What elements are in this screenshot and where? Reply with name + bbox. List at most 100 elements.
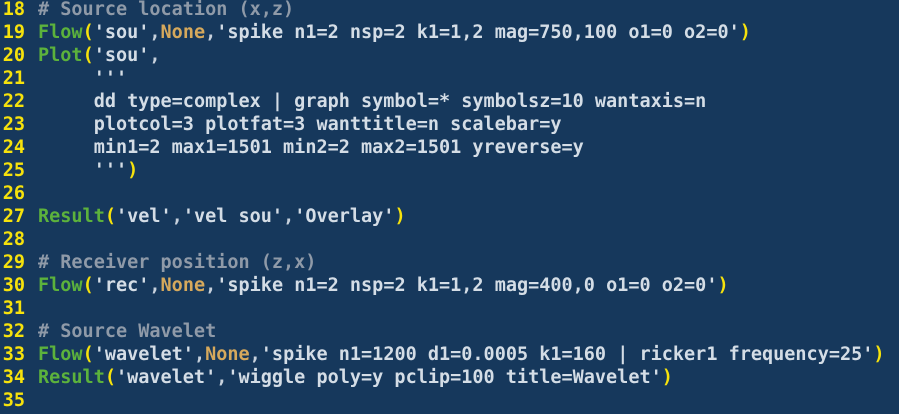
- line-number: 20: [2, 45, 25, 66]
- code-token-punct: ,: [149, 45, 161, 66]
- code-token-str: 'spike n1=2 nsp=2 k1=1,2 mag=750,100 o1=…: [216, 22, 740, 43]
- code-token-str: min1=2 max1=1501 min2=2 max2=1501 yrever…: [93, 137, 584, 158]
- code-line[interactable]: 25 '''): [0, 159, 139, 182]
- line-number: 32: [2, 321, 25, 342]
- code-token-str: 'wiggle poly=y pclip=100 title=Wavelet': [227, 367, 662, 388]
- code-token-str: 'rec': [93, 275, 150, 296]
- code-token-str: plotcol=3 plotfat=3 wanttitle=n scalebar…: [93, 114, 562, 135]
- code-line[interactable]: 27 Result('vel','vel sou','Overlay'): [0, 205, 406, 228]
- line-code: dd type=complex | graph symbol=* symbols…: [38, 91, 707, 112]
- line-code: plotcol=3 plotfat=3 wanttitle=n scalebar…: [38, 114, 562, 135]
- code-token-const: None: [160, 22, 206, 43]
- code-token-punct: ,: [205, 275, 217, 296]
- code-token-func: Result: [38, 206, 105, 227]
- line-number: 24: [2, 137, 25, 158]
- code-token-func: Flow: [38, 22, 83, 43]
- code-token-punct: ,: [216, 367, 228, 388]
- line-number: 29: [2, 252, 25, 273]
- code-token-paren: ): [717, 275, 729, 296]
- code-editor[interactable]: 18 # Source location (x,z) 19 Flow('sou',No…: [0, 0, 899, 414]
- code-token-paren: (: [82, 45, 94, 66]
- code-token-paren: ): [873, 344, 885, 365]
- line-number: 31: [2, 298, 25, 319]
- line-code: Result('wavelet','wiggle poly=y pclip=10…: [38, 367, 673, 388]
- line-number: 25: [2, 160, 25, 181]
- line-number: 28: [2, 229, 25, 250]
- line-code: # Source Wavelet: [38, 321, 216, 342]
- line-number: 22: [2, 91, 25, 112]
- code-token-str: 'spike n1=2 nsp=2 k1=1,2 mag=400,0 o1=0 …: [216, 275, 718, 296]
- code-token-paren: ): [661, 367, 673, 388]
- code-token-paren: (: [82, 22, 94, 43]
- line-number: 19: [2, 22, 25, 43]
- code-token-punct: ,: [149, 22, 161, 43]
- line-code: # Receiver position (z,x): [38, 252, 316, 273]
- code-line[interactable]: 34 Result('wavelet','wiggle poly=y pclip=…: [0, 366, 673, 389]
- line-code: Flow('rec',None,'spike n1=2 nsp=2 k1=1,2…: [38, 275, 729, 296]
- line-code: Plot('sou',: [38, 45, 161, 66]
- line-code: Flow('sou',None,'spike n1=2 nsp=2 k1=1,2…: [38, 22, 751, 43]
- code-token-punct: ,: [249, 344, 261, 365]
- code-token-str: 'Overlay': [294, 206, 395, 227]
- code-token-const: None: [205, 344, 250, 365]
- code-token-punct: ,: [193, 344, 206, 365]
- code-token-func: Result: [38, 367, 105, 388]
- code-line[interactable]: 30 Flow('rec',None,'spike n1=2 nsp=2 k1=1…: [0, 274, 729, 297]
- code-token-comment: # Receiver position (z,x): [38, 252, 317, 273]
- code-token-comment: # Source location (x,z): [38, 0, 295, 20]
- code-line[interactable]: 19 Flow('sou',None,'spike n1=2 nsp=2 k1=1…: [0, 21, 751, 44]
- line-code: Flow('wavelet',None,'spike n1=1200 d1=0.…: [38, 344, 885, 365]
- code-token-paren: ): [394, 206, 406, 227]
- code-line[interactable]: 24 min1=2 max1=1501 min2=2 max2=1501 yre…: [0, 136, 584, 159]
- line-number: 21: [2, 68, 25, 89]
- code-line[interactable]: 18 # Source location (x,z): [0, 0, 294, 21]
- code-token-paren: (: [104, 206, 116, 227]
- code-token-str: dd type=complex | graph symbol=* symbols…: [93, 91, 707, 112]
- line-number: 26: [2, 183, 25, 204]
- code-token-const: None: [160, 275, 206, 296]
- code-token-paren: ): [127, 160, 139, 181]
- code-line[interactable]: 26: [0, 182, 38, 205]
- code-token-str: 'wavelet': [115, 367, 217, 388]
- code-token-punct: ,: [149, 275, 161, 296]
- line-code: min1=2 max1=1501 min2=2 max2=1501 yrever…: [38, 137, 584, 158]
- line-number: 30: [2, 275, 25, 296]
- line-number: 35: [2, 390, 25, 411]
- code-line[interactable]: 21 ''': [0, 67, 127, 90]
- code-token-str: 'wavelet': [93, 344, 194, 365]
- code-token-str: 'vel sou': [182, 206, 284, 227]
- code-token-paren: (: [104, 367, 116, 388]
- code-line[interactable]: 29 # Receiver position (z,x): [0, 251, 317, 274]
- code-token-str: 'sou': [93, 22, 150, 43]
- code-token-str: 'vel': [115, 206, 172, 227]
- code-line[interactable]: 28: [0, 228, 38, 251]
- code-token-punct: ,: [205, 22, 217, 43]
- line-number: 33: [2, 344, 25, 365]
- code-line[interactable]: 33 Flow('wavelet',None,'spike n1=1200 d1=…: [0, 343, 885, 366]
- code-token-func: Flow: [38, 275, 83, 296]
- code-line[interactable]: 23 plotcol=3 plotfat=3 wanttitle=n scale…: [0, 113, 562, 136]
- code-token-comment: # Source Wavelet: [38, 321, 217, 342]
- line-code: # Source location (x,z): [38, 0, 294, 20]
- code-line[interactable]: 22 dd type=complex | graph symbol=* symb…: [0, 90, 707, 113]
- code-line[interactable]: 35: [0, 389, 38, 412]
- code-line[interactable]: 20 Plot('sou',: [0, 44, 161, 67]
- line-code: ''': [38, 68, 127, 89]
- code-line[interactable]: 32 # Source Wavelet: [0, 320, 217, 343]
- code-token-paren: (: [82, 275, 94, 296]
- code-token-paren: ): [739, 22, 751, 43]
- line-number: 18: [2, 0, 25, 20]
- code-token-str: 'spike n1=1200 d1=0.0005 k1=160 | ricker…: [260, 344, 874, 365]
- code-token-punct: ,: [283, 206, 295, 227]
- code-line[interactable]: 31: [0, 297, 38, 320]
- line-number: 34: [2, 367, 25, 388]
- line-number: 23: [2, 114, 25, 135]
- code-token-str: ''': [93, 160, 128, 181]
- line-number: 27: [2, 206, 25, 227]
- code-token-punct: ,: [171, 206, 183, 227]
